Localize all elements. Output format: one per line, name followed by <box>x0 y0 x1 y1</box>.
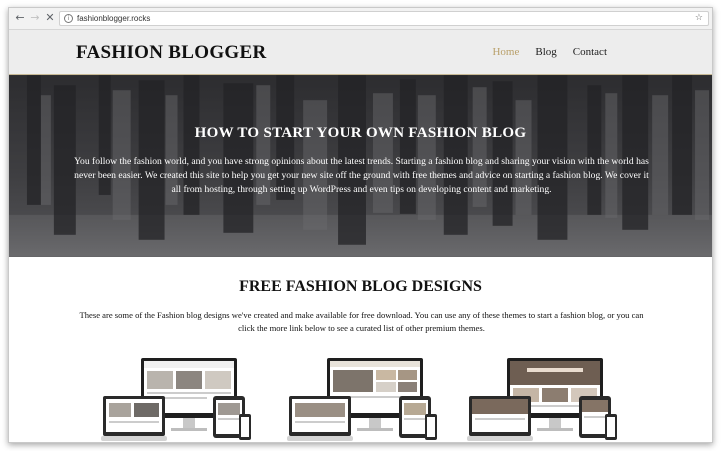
nav-home[interactable]: Home <box>492 46 519 58</box>
main-nav: Home Blog Contact <box>492 46 607 58</box>
site-header: FASHION BLOGGER Home Blog Contact <box>9 30 712 75</box>
designs-title: FREE FASHION BLOG DESIGNS <box>239 278 482 295</box>
site-logo[interactable]: FASHION BLOGGER <box>76 42 266 64</box>
hero-banner: HOW TO START YOUR OWN FASHION BLOG You f… <box>9 75 712 257</box>
hero-title: HOW TO START YOUR OWN FASHION BLOG <box>194 125 527 141</box>
designs-description: These are some of the Fashion blog desig… <box>79 310 644 333</box>
close-icon[interactable]: ✕ <box>43 11 57 25</box>
nav-contact[interactable]: Contact <box>573 46 607 58</box>
arrow-left-icon[interactable]: ← <box>13 11 27 25</box>
nav-blog[interactable]: Blog <box>535 46 556 58</box>
browser-toolbar: ← → ✕ i fashionblogger.rocks ☆ <box>9 8 712 30</box>
hero-description: You follow the fashion world, and you ha… <box>74 156 649 195</box>
info-icon[interactable]: i <box>64 14 73 23</box>
url-text: fashionblogger.rocks <box>77 14 151 23</box>
theme-preview-3[interactable] <box>467 356 617 443</box>
arrow-right-icon[interactable]: → <box>28 11 42 25</box>
theme-preview-1[interactable] <box>101 356 251 443</box>
browser-window: ← → ✕ i fashionblogger.rocks ☆ FASHION B… <box>8 7 713 443</box>
theme-preview-2[interactable] <box>287 356 437 443</box>
star-icon[interactable]: ☆ <box>695 12 703 25</box>
address-bar[interactable]: i fashionblogger.rocks ☆ <box>59 11 709 26</box>
